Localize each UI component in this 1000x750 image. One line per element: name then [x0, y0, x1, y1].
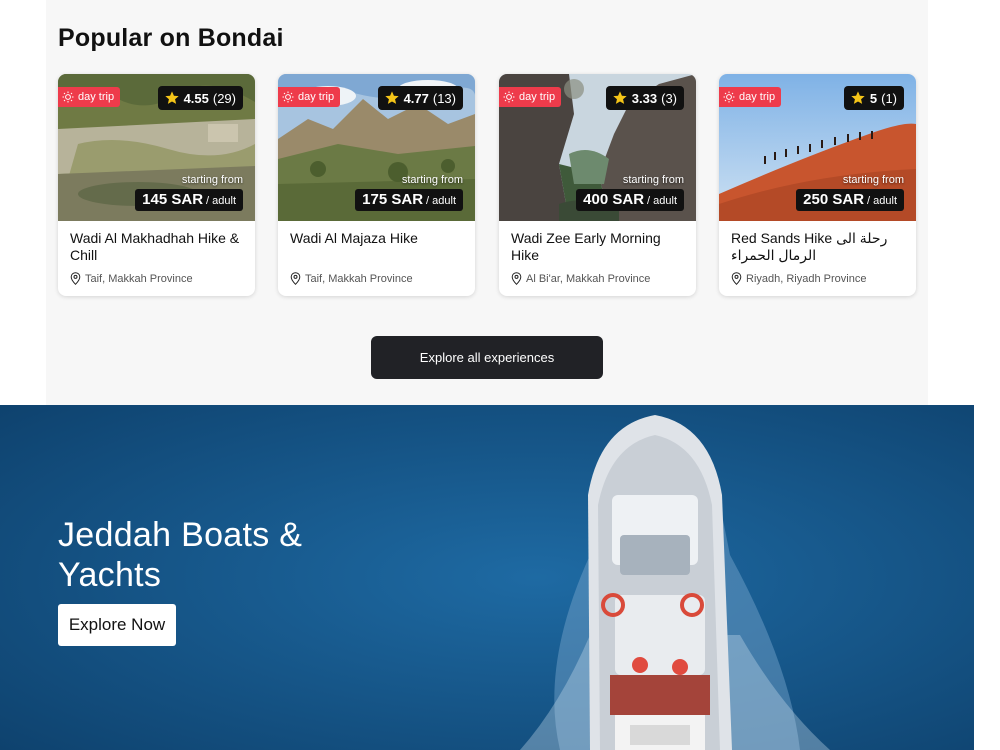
- rating-badge: 4.77 (13): [377, 86, 463, 110]
- price-badge: 145 SAR / adult: [135, 189, 243, 211]
- rating-score: 4.55: [183, 90, 209, 106]
- rating-badge: 4.55 (29): [157, 86, 243, 110]
- day-trip-tag: day trip: [719, 87, 782, 107]
- map-pin-icon: [731, 272, 742, 285]
- card-location: Riyadh, Riyadh Province: [731, 272, 866, 285]
- section-title: Popular on Bondai: [58, 24, 284, 52]
- explore-now-button[interactable]: Explore Now: [58, 604, 176, 646]
- hero-title: Jeddah Boats & Yachts: [58, 516, 303, 594]
- card-location: Taif, Makkah Province: [290, 272, 413, 285]
- tag-label: day trip: [78, 91, 115, 103]
- price-amount: 145 SAR: [142, 191, 204, 208]
- price-amount: 175 SAR: [362, 191, 424, 208]
- card-title[interactable]: Wadi Al Makhadhah Hike & Chill: [70, 230, 250, 264]
- price-unit: / adult: [647, 195, 677, 207]
- price-badge: 400 SAR / adult: [576, 189, 684, 211]
- sun-icon: [503, 91, 515, 103]
- price-unit: / adult: [867, 195, 897, 207]
- tag-label: day trip: [298, 91, 335, 103]
- price-amount: 400 SAR: [583, 191, 645, 208]
- card-location: Taif, Makkah Province: [70, 272, 193, 285]
- sun-icon: [282, 91, 294, 103]
- experience-card[interactable]: day trip 4.77 (13) starting from 175 SAR…: [278, 74, 475, 296]
- rating-score: 3.33: [631, 90, 658, 106]
- location-text: Riyadh, Riyadh Province: [746, 272, 867, 285]
- price-badge: 250 SAR / adult: [796, 189, 904, 211]
- card-title[interactable]: Wadi Al Majaza Hike: [290, 230, 470, 247]
- day-trip-tag: day trip: [278, 87, 341, 107]
- yacht-illustration: [588, 415, 732, 750]
- tag-label: day trip: [519, 91, 556, 103]
- rating-score: 4.77: [403, 90, 429, 106]
- star-icon: [384, 91, 399, 104]
- tag-label: day trip: [739, 91, 776, 103]
- starting-from-label: starting from: [181, 174, 243, 186]
- review-count: (29): [212, 90, 236, 106]
- day-trip-tag: day trip: [499, 87, 562, 107]
- sun-icon: [723, 91, 735, 103]
- rating-score: 5: [869, 90, 878, 106]
- star-icon: [164, 91, 179, 104]
- starting-from-label: starting from: [401, 174, 463, 186]
- card-title[interactable]: Red Sands Hike رحلة الى الرمال الحمراء: [731, 230, 911, 264]
- experience-card[interactable]: day trip 5 (1) starting from 250 SAR / a…: [719, 74, 916, 296]
- experience-card[interactable]: day trip 3.33 (3) starting from 400 SAR …: [499, 74, 696, 296]
- starting-from-label: starting from: [622, 174, 684, 186]
- location-text: Taif, Makkah Province: [85, 272, 193, 285]
- popular-section: Popular on Bondai day trip 4.55 (29) sta…: [46, 0, 928, 405]
- review-count: (1): [881, 90, 897, 106]
- star-icon: [851, 91, 865, 104]
- sun-icon: [62, 91, 74, 103]
- map-pin-icon: [511, 272, 522, 285]
- location-text: Taif, Makkah Province: [305, 272, 413, 285]
- rating-badge: 5 (1): [843, 86, 904, 110]
- rating-badge: 3.33 (3): [605, 86, 684, 110]
- location-text: Al Bi'ar, Makkah Province: [526, 272, 651, 285]
- price-amount: 250 SAR: [803, 191, 865, 208]
- star-icon: [613, 91, 627, 104]
- price-unit: / adult: [426, 195, 456, 207]
- explore-all-button[interactable]: Explore all experiences: [371, 336, 603, 379]
- map-pin-icon: [290, 272, 301, 285]
- card-location: Al Bi'ar, Makkah Province: [511, 272, 650, 285]
- review-count: (3): [661, 90, 677, 106]
- starting-from-label: starting from: [842, 174, 904, 186]
- map-pin-icon: [70, 272, 81, 285]
- price-badge: 175 SAR / adult: [355, 189, 463, 211]
- day-trip-tag: day trip: [58, 87, 121, 107]
- price-unit: / adult: [206, 195, 236, 207]
- hero-banner: Jeddah Boats & Yachts Explore Now: [0, 405, 974, 750]
- card-title[interactable]: Wadi Zee Early Morning Hike: [511, 230, 691, 264]
- experience-card[interactable]: day trip 4.55 (29) starting from 145 SAR…: [58, 74, 255, 296]
- review-count: (13): [432, 90, 456, 106]
